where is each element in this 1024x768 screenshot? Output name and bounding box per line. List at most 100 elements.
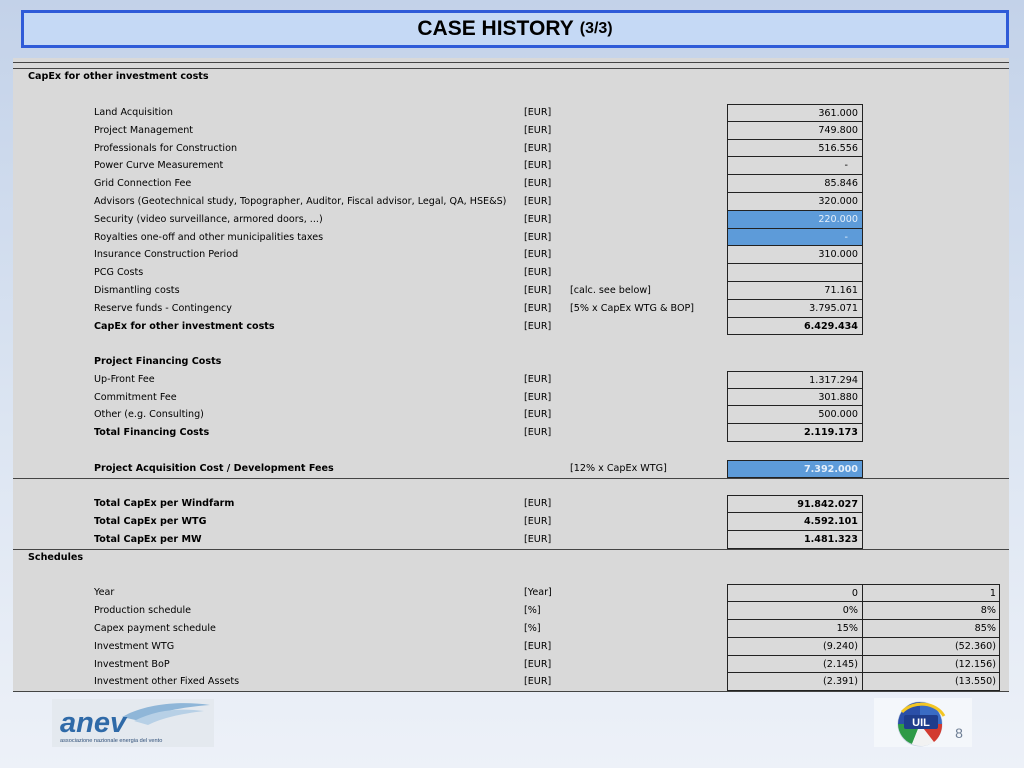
row-value: 91.842.027 — [727, 495, 863, 514]
section-header-schedules: Schedules — [28, 551, 84, 563]
row-unit: [EUR] — [524, 178, 552, 190]
row-unit: [EUR] — [524, 124, 552, 136]
row-unit: [EUR] — [524, 676, 552, 688]
row-label: Project Management — [94, 124, 194, 136]
table-row: Professionals for Construction [EUR] 516… — [13, 139, 1009, 158]
table-row-acquisition: Project Acquisition Cost / Development F… — [13, 459, 1009, 478]
slide-title-part: (3/3) — [579, 20, 613, 37]
row-value: 85.846 — [727, 175, 863, 193]
row-unit: [EUR] — [524, 107, 552, 118]
table-row: Other (e.g. Consulting) [EUR] 500.000 — [13, 406, 1009, 425]
anev-logo-text: anev — [60, 707, 128, 739]
row-value: 4.592.101 — [727, 513, 863, 531]
table-divider — [13, 62, 1009, 63]
row-label: Capex payment schedule — [94, 623, 216, 634]
row-label: Total Financing Costs — [94, 427, 210, 439]
row-value-year0: 0 — [727, 584, 863, 603]
row-unit: [%] — [524, 605, 541, 617]
row-value-year1: (12.156) — [863, 655, 1000, 674]
row-note: [12% x CapEx WTG] — [570, 462, 667, 474]
row-label: Investment WTG — [94, 640, 175, 652]
row-label: CapEx for other investment costs — [94, 320, 275, 332]
table-divider — [13, 477, 1009, 479]
row-label: Other (e.g. Consulting) — [94, 409, 204, 421]
slide-title: CASE HISTORY — [417, 17, 574, 40]
row-value: 71.161 — [727, 282, 863, 300]
row-value-highlighted: 220.000 — [727, 210, 863, 229]
row-unit: [EUR] — [524, 320, 552, 332]
table-row: Investment other Fixed Assets [EUR] (2.3… — [13, 673, 1009, 692]
section-header-row: CapEx for other investment costs — [13, 68, 1009, 86]
row-unit: [EUR] — [524, 302, 552, 314]
row-value-year1: 85% — [863, 620, 1000, 638]
table-row: Reserve funds - Contingency [EUR] [5% x … — [13, 299, 1009, 318]
table-row: Production schedule [%] 0% 8% — [13, 602, 1009, 620]
table-row: Advisors (Geotechnical study, Topographe… — [13, 193, 1009, 211]
table-row: Insurance Construction Period [EUR] 310.… — [13, 246, 1009, 265]
subsection-header-row: Project Financing Costs — [13, 353, 1009, 371]
table-row: Up-Front Fee [EUR] 1.317.294 — [13, 370, 1009, 389]
row-label: Grid Connection Fee — [94, 178, 192, 190]
table-row: Investment BoP [EUR] (2.145) (12.156) — [13, 655, 1009, 674]
table-row-total: Total Financing Costs [EUR] 2.119.173 — [13, 424, 1009, 442]
row-note: [5% x CapEx WTG & BOP] — [570, 302, 695, 314]
anev-logo: anev associazione nazionale energia del … — [52, 699, 214, 747]
row-unit: [EUR] — [524, 142, 552, 154]
row-label: Dismantling costs — [94, 285, 180, 296]
row-label: Professionals for Construction — [94, 142, 238, 154]
row-unit: [EUR] — [524, 658, 552, 670]
row-label: Production schedule — [94, 605, 192, 617]
row-label: Security (video surveillance, armored do… — [94, 213, 323, 225]
row-value-year0: (2.145) — [727, 655, 863, 674]
row-label: Investment other Fixed Assets — [94, 676, 240, 688]
row-label: Royalties one-off and other municipaliti… — [94, 231, 324, 243]
table-row-total: CapEx for other investment costs [EUR] 6… — [13, 317, 1009, 336]
row-unit: [EUR] — [524, 391, 552, 403]
row-label: Insurance Construction Period — [94, 249, 239, 261]
row-label: Land Acquisition — [94, 107, 173, 118]
row-value: 310.000 — [727, 246, 863, 265]
row-value-year1: 1 — [863, 584, 1000, 603]
row-unit: [EUR] — [524, 427, 552, 439]
row-value-highlighted: - — [727, 228, 863, 247]
row-value: 301.880 — [727, 388, 863, 407]
row-value-highlighted: 7.392.000 — [727, 459, 863, 478]
row-value: 749.800 — [727, 121, 863, 140]
row-value-year1: (13.550) — [863, 673, 1000, 692]
table-row: Power Curve Measurement [EUR] - — [13, 157, 1009, 176]
table-row-total: Total CapEx per MW [EUR] 1.481.323 — [13, 531, 1009, 549]
row-unit: [EUR] — [524, 534, 552, 545]
row-value: 361.000 — [727, 104, 863, 122]
row-label: Commitment Fee — [94, 391, 177, 403]
row-unit: [%] — [524, 623, 541, 634]
row-note: [calc. see below] — [570, 285, 651, 296]
row-unit: [EUR] — [524, 409, 552, 421]
row-label: Investment BoP — [94, 658, 170, 670]
row-unit: [Year] — [524, 587, 552, 599]
row-unit: [EUR] — [524, 516, 552, 528]
table-row: PCG Costs [EUR] — [13, 264, 1009, 282]
table-row: Investment WTG [EUR] (9.240) (52.360) — [13, 637, 1009, 656]
row-value: 3.795.071 — [727, 299, 863, 318]
table-row: Dismantling costs [EUR] [calc. see below… — [13, 282, 1009, 300]
table-row: Royalties one-off and other municipaliti… — [13, 228, 1009, 247]
row-unit: [EUR] — [524, 640, 552, 652]
row-label: Advisors (Geotechnical study, Topographe… — [94, 196, 507, 207]
table-row-total: Total CapEx per WTG [EUR] 4.592.101 — [13, 513, 1009, 531]
table-row: Land Acquisition [EUR] 361.000 — [13, 104, 1009, 122]
row-label: Project Acquisition Cost / Development F… — [94, 462, 334, 474]
spreadsheet-table: CapEx for other investment costs Land Ac… — [13, 58, 1009, 692]
table-row: Capex payment schedule [%] 15% 85% — [13, 620, 1009, 638]
table-row: Commitment Fee [EUR] 301.880 — [13, 388, 1009, 407]
subsection-header-financing: Project Financing Costs — [94, 356, 222, 367]
uil-logo-text: UIL — [912, 717, 930, 729]
row-value-year1: 8% — [863, 602, 1000, 620]
row-unit: [EUR] — [524, 160, 552, 172]
row-label: Reserve funds - Contingency — [94, 302, 232, 314]
row-label: Power Curve Measurement — [94, 160, 224, 172]
row-unit: [EUR] — [524, 213, 552, 225]
table-row: Project Management [EUR] 749.800 — [13, 121, 1009, 140]
row-value: 1.481.323 — [727, 531, 863, 549]
row-value-year0: (9.240) — [727, 637, 863, 656]
table-row: Security (video surveillance, armored do… — [13, 210, 1009, 229]
